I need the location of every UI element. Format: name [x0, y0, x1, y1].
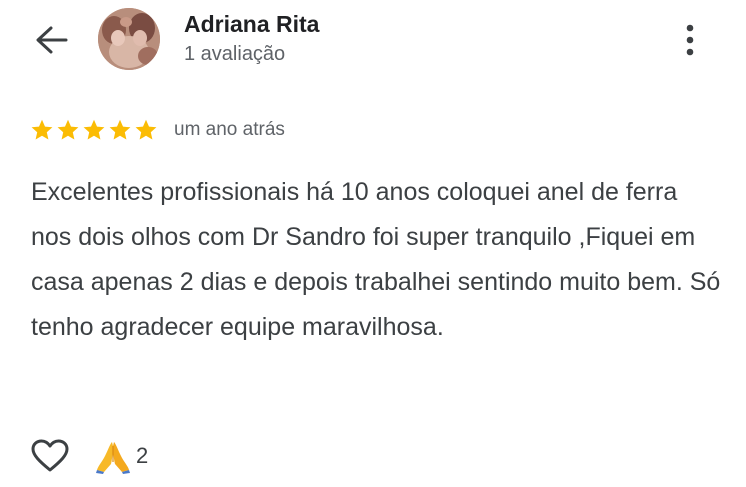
reviewer-review-count: 1 avaliação: [184, 43, 286, 65]
arrow-back-icon: [36, 26, 68, 54]
more-options-button[interactable]: [672, 18, 708, 62]
review-header: Adriana Rita 1 avaliação: [0, 0, 746, 90]
back-button[interactable]: [28, 20, 76, 60]
avatar[interactable]: [98, 8, 160, 70]
avatar-photo: [98, 8, 160, 70]
star-icon: [135, 119, 157, 140]
star-icon: [57, 119, 79, 140]
reaction-count: 2: [136, 443, 149, 468]
review-time: um ano atrás: [174, 119, 285, 140]
like-button[interactable]: [30, 436, 70, 476]
rating-row: um ano atrás: [30, 116, 285, 144]
star-icon: [109, 119, 131, 140]
reviewer-name[interactable]: Adriana Rita: [184, 11, 319, 38]
star-rating: [30, 118, 158, 142]
review-text: Excelentes profissionais há 10 anos colo…: [31, 178, 721, 341]
folded-hands-emoji: [96, 442, 130, 474]
heart-outline-icon: [31, 439, 69, 472]
star-icon: [83, 119, 105, 140]
more-vert-icon: [686, 24, 694, 56]
star-icon: [31, 119, 53, 140]
reactions-bar: 2: [30, 434, 148, 478]
reaction-summary[interactable]: 2: [94, 438, 148, 474]
